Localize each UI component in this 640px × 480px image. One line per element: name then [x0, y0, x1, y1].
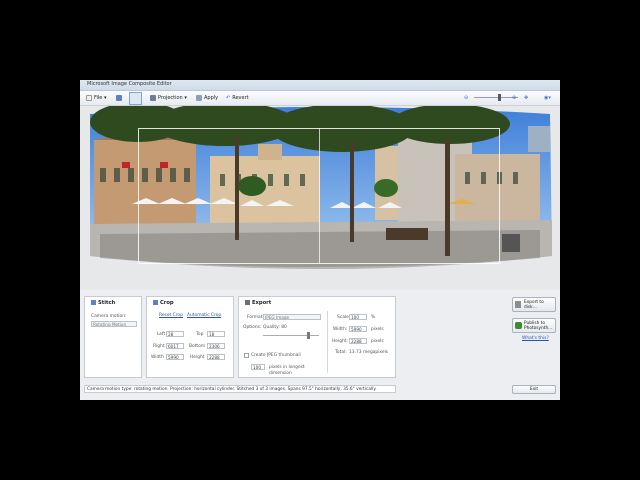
projection-label: Projection — [158, 95, 183, 101]
crop-header-label: Crop — [160, 300, 174, 306]
panorama-canvas[interactable] — [80, 106, 560, 290]
revert-button[interactable]: ↶ Revert — [226, 93, 249, 103]
zoom-out-icon[interactable]: ⊖ — [464, 93, 468, 103]
jpeg-thumbnail-checkbox[interactable] — [244, 353, 249, 358]
export-width-label: Width: — [333, 327, 348, 332]
total-value: 13.73 megapixels — [349, 350, 389, 355]
automatic-crop-link[interactable]: Automatic Crop — [187, 313, 221, 318]
total-label: Total: — [335, 350, 347, 355]
whats-this-link[interactable]: What's this? — [522, 336, 549, 341]
jpeg-thumbnail-label: Create JPEG thumbnail — [251, 353, 301, 358]
stitch-header-label: Stitch — [98, 300, 116, 306]
thumbnail-size-label: pixels in longest dimension — [269, 365, 305, 376]
export-panel: Export Format: JPEG Image Options: Quali… — [238, 296, 396, 378]
apply-label: Apply — [204, 95, 219, 101]
export-to-disk-label: Export to disk... — [524, 300, 544, 310]
format-label: Format: — [247, 315, 264, 320]
window-title: Microsoft Image Composite Editor — [87, 81, 172, 87]
camera-motion-label: Camera motion: — [91, 314, 127, 319]
thumbnail-size-input[interactable]: 100 — [251, 364, 265, 370]
export-width-unit: pixels — [371, 327, 384, 332]
quality-slider-thumb[interactable] — [306, 332, 310, 339]
file-icon — [86, 94, 92, 101]
format-select[interactable]: JPEG Image — [263, 314, 321, 320]
revert-icon: ↶ — [226, 95, 231, 101]
quality-label: Quality: 80 — [263, 325, 287, 330]
stitch-icon — [116, 94, 122, 101]
app-window: Microsoft Image Composite Editor File ▾ … — [80, 80, 560, 400]
publish-photosynth-label: Publish to Photosynth... — [524, 321, 553, 331]
crop-panel: Crop Reset Crop Automatic Crop Left 28 T… — [146, 296, 234, 378]
quality-slider-track[interactable] — [263, 335, 319, 336]
crop-bottom-label: Bottom — [189, 344, 206, 349]
stitch-panel: Stitch Camera motion: Rotating Motion — [84, 296, 142, 378]
file-label: File — [94, 95, 103, 101]
projection-icon — [150, 94, 156, 101]
camera-motion-select[interactable]: Rotating Motion — [91, 321, 137, 327]
revert-label: Revert — [232, 95, 249, 101]
crop-center-line — [319, 128, 320, 264]
disk-icon — [515, 301, 521, 308]
crop-width-input[interactable]: 5990 — [166, 354, 184, 360]
publish-photosynth-button[interactable]: Publish to Photosynth... — [512, 318, 556, 333]
zoom-in-icon[interactable]: ⊕ — [512, 93, 516, 103]
status-bar: Camera motion type: rotating motion. Pro… — [84, 385, 396, 393]
crop-panel-icon — [153, 300, 158, 305]
scale-input[interactable]: 100 — [349, 314, 367, 320]
export-divider — [327, 311, 328, 373]
crop-left-input[interactable]: 28 — [166, 331, 184, 337]
export-panel-icon — [245, 300, 250, 305]
export-height-input[interactable]: 2288 — [349, 338, 367, 344]
scale-unit: % — [371, 315, 376, 320]
crop-right-input[interactable]: 6017 — [166, 343, 184, 349]
toolbar: File ▾ Projection ▾ Apply ↶ Revert ⊖ ⊕ ✥ … — [80, 91, 560, 106]
status-text: Camera motion type: rotating motion. Pro… — [87, 387, 377, 392]
export-height-label: Height: — [332, 339, 348, 344]
stitch-header: Stitch — [91, 300, 115, 306]
crop-top-input[interactable]: 18 — [207, 331, 225, 337]
crop-height-label: Height — [190, 355, 205, 360]
crop-width-label: Width — [151, 355, 164, 360]
crop-bottom-input[interactable]: 2306 — [207, 343, 225, 349]
export-height-unit: pixels — [371, 339, 384, 344]
export-header: Export — [245, 300, 271, 306]
exit-button[interactable]: Exit — [512, 385, 556, 394]
reset-crop-link[interactable]: Reset Crop — [159, 313, 183, 318]
options-label: Options: — [243, 325, 262, 330]
apply-icon — [196, 94, 202, 101]
export-width-input[interactable]: 5990 — [349, 326, 367, 332]
crop-top-label: Top — [196, 332, 204, 337]
export-to-disk-button[interactable]: Export to disk... — [512, 297, 556, 312]
crop-header: Crop — [153, 300, 174, 306]
projection-menu-button[interactable]: Projection ▾ — [150, 93, 187, 103]
stitch-view-button[interactable] — [116, 93, 124, 103]
apply-button[interactable]: Apply — [196, 93, 218, 103]
zoom-slider-thumb[interactable] — [498, 94, 501, 101]
help-icon[interactable]: ◉▾ — [544, 93, 551, 103]
crop-height-input[interactable]: 2288 — [207, 354, 225, 360]
crop-right-label: Right — [153, 344, 165, 349]
fit-view-icon[interactable]: ✥ — [524, 93, 528, 103]
stitch-panel-icon — [91, 300, 96, 305]
crop-left-label: Left — [157, 332, 166, 337]
photosynth-icon — [515, 322, 522, 329]
title-bar: Microsoft Image Composite Editor — [80, 80, 560, 91]
crop-view-button[interactable] — [129, 92, 142, 105]
file-menu-button[interactable]: File ▾ — [86, 93, 106, 103]
export-header-label: Export — [252, 300, 272, 306]
